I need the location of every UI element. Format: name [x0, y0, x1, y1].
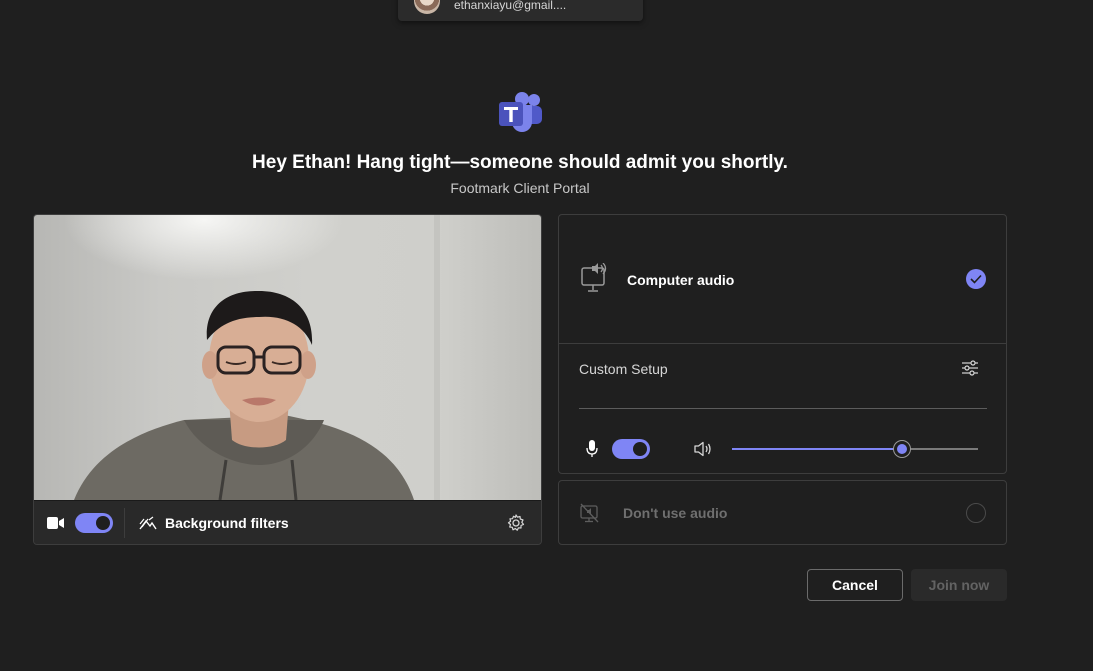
computer-audio-icon	[581, 263, 607, 292]
volume-fill	[732, 448, 902, 450]
audio-options-panel: Computer audio Custom Setup	[558, 214, 1007, 474]
divider	[124, 508, 125, 538]
background-filters-button[interactable]: Background filters	[165, 515, 289, 531]
teams-logo-icon	[499, 92, 542, 132]
audio-settings-sliders-icon[interactable]	[961, 360, 979, 376]
computer-audio-radio[interactable]	[966, 269, 986, 289]
computer-audio-label: Computer audio	[627, 272, 735, 288]
custom-setup-divider	[579, 408, 987, 409]
background-filters-icon	[139, 516, 157, 530]
join-now-button[interactable]: Join now	[911, 569, 1007, 601]
speaker-volume-slider[interactable]	[732, 441, 978, 457]
volume-slider-thumb[interactable]	[893, 441, 910, 457]
microphone-icon	[586, 440, 598, 457]
account-email: ethanxiayu@gmail....	[454, 0, 567, 12]
page-title: Hey Ethan! Hang tight—someone should adm…	[252, 152, 788, 173]
video-controls-bar: Background filters	[34, 500, 541, 544]
dont-use-audio-option[interactable]: Don't use audio	[558, 480, 1007, 545]
microphone-toggle[interactable]	[612, 439, 650, 459]
dont-use-audio-label: Don't use audio	[623, 505, 728, 521]
dont-use-audio-radio[interactable]	[966, 503, 986, 523]
video-camera-icon	[47, 517, 64, 529]
custom-setup-label: Custom Setup	[579, 361, 668, 377]
camera-preview	[34, 215, 541, 500]
meeting-name: Footmark Client Portal	[450, 180, 590, 196]
computer-audio-option[interactable]: Computer audio	[559, 215, 1006, 344]
camera-toggle[interactable]	[75, 513, 113, 533]
account-chip[interactable]: ethanxiayu@gmail....	[398, 0, 643, 21]
speaker-icon	[694, 441, 711, 457]
device-settings-gear-icon[interactable]	[507, 514, 525, 532]
video-preview-panel: Background filters	[33, 214, 542, 545]
checkmark-icon	[970, 274, 982, 284]
no-audio-icon	[580, 503, 599, 523]
cancel-button[interactable]: Cancel	[807, 569, 903, 601]
avatar	[414, 0, 440, 14]
